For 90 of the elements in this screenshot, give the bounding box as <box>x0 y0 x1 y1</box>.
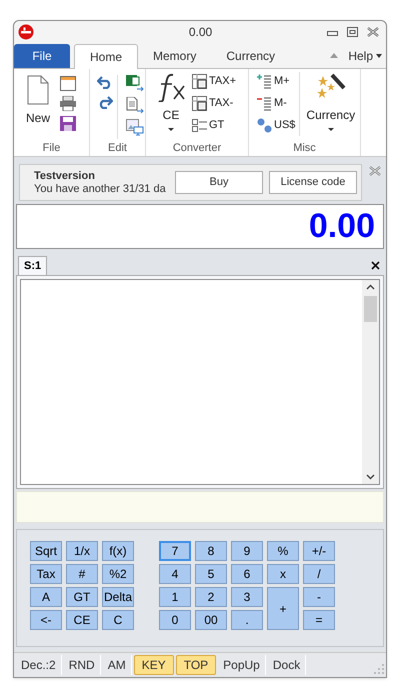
notice-title: Testversion <box>34 170 96 182</box>
keypad-key[interactable]: 1/x <box>66 541 98 561</box>
print-icon[interactable] <box>60 96 76 111</box>
ribbon-group-label: File <box>42 140 62 156</box>
currency-small-button[interactable]: US$ <box>257 116 296 134</box>
save-icon[interactable] <box>60 116 76 131</box>
keypad-key[interactable]: <- <box>30 610 62 630</box>
memory-minus-button[interactable]: M- <box>257 94 296 112</box>
keypad-key[interactable]: Sqrt <box>30 541 62 561</box>
keypad-key[interactable]: 7 <box>159 541 191 561</box>
tax-minus-button[interactable]: TAX- <box>192 94 236 112</box>
function-button[interactable]: CE <box>156 72 186 140</box>
keypad-key[interactable]: x <box>267 564 299 584</box>
help-menu[interactable]: Help <box>348 44 386 68</box>
currency-exchange-icon <box>257 118 272 132</box>
status-item: Dec.:2 <box>16 655 62 675</box>
scroll-down-icon[interactable] <box>366 474 375 480</box>
keypad-key[interactable]: 4 <box>159 564 191 584</box>
notice-message: You have another 31/31 da <box>34 182 167 196</box>
keypad-key[interactable]: # <box>66 564 98 584</box>
memory-list-icon <box>257 96 272 110</box>
keypad-key[interactable]: Delta <box>102 587 134 607</box>
sheet-tab[interactable]: S:1 <box>18 256 48 275</box>
keypad-key[interactable]: A <box>30 587 62 607</box>
result-value: 0.00 <box>308 206 375 247</box>
ribbon-group-label: Edit <box>107 140 128 156</box>
keypad-key[interactable]: / <box>303 564 335 584</box>
resize-grip-icon[interactable] <box>374 664 384 674</box>
new-button[interactable]: New <box>26 75 50 140</box>
maximize-icon[interactable] <box>347 27 358 37</box>
grand-total-button[interactable]: GT <box>192 116 236 134</box>
undo-icon[interactable] <box>97 75 113 89</box>
keypad-key[interactable]: = <box>303 610 335 630</box>
spreadsheet-export-icon[interactable] <box>126 75 144 92</box>
ribbon-tab[interactable]: Home <box>74 44 138 69</box>
percent-table-icon <box>192 96 207 110</box>
keypad-key[interactable]: . <box>231 610 263 630</box>
function-icon <box>156 72 186 102</box>
keypad-key[interactable]: 3 <box>231 587 263 607</box>
window-title: 0.00 <box>188 24 214 41</box>
license-code-button[interactable]: License code <box>269 171 357 194</box>
redo-icon[interactable] <box>97 95 113 109</box>
keypad-key[interactable]: + <box>267 587 299 630</box>
app-logo-icon <box>18 24 34 40</box>
keypad-key[interactable]: C <box>102 610 134 630</box>
scroll-thumb[interactable] <box>364 296 377 322</box>
currency-button[interactable]: Currency <box>306 72 356 140</box>
keypad-key[interactable]: 8 <box>195 541 227 561</box>
ribbon-group-label: Converter <box>172 140 222 156</box>
window-icon[interactable] <box>60 76 76 91</box>
keypad-key[interactable]: 1 <box>159 587 191 607</box>
status-item: Dock <box>268 655 306 675</box>
document-icon <box>27 75 49 105</box>
keypad-key[interactable]: 6 <box>231 564 263 584</box>
status-item: AM <box>102 655 132 675</box>
keypad-key[interactable]: 5 <box>195 564 227 584</box>
keypad-key[interactable]: 0 <box>159 610 191 630</box>
file-menu-button[interactable]: File <box>14 44 70 68</box>
minimize-icon[interactable] <box>327 28 338 36</box>
memory-list-icon <box>257 74 272 88</box>
keypad-key[interactable]: 00 <box>195 610 227 630</box>
scrollbar[interactable] <box>362 280 379 484</box>
keypad-key[interactable]: 2 <box>195 587 227 607</box>
keypad-key[interactable]: CE <box>66 610 98 630</box>
percent-table-icon <box>192 74 207 88</box>
ribbon-tab[interactable]: Memory <box>138 44 212 68</box>
status-item: TOP <box>176 655 216 675</box>
ribbon-tab[interactable]: Currency <box>211 44 290 68</box>
collapse-ribbon-icon[interactable] <box>330 52 338 58</box>
buy-button[interactable]: Buy <box>175 171 263 194</box>
screen-image-icon[interactable] <box>126 119 144 136</box>
keypad-key[interactable]: 9 <box>231 541 263 561</box>
ribbon-group-label: Misc <box>292 140 317 156</box>
keypad-key[interactable]: +/- <box>303 541 335 561</box>
keypad-key[interactable]: - <box>303 587 335 607</box>
close-icon[interactable] <box>367 27 379 37</box>
memory-plus-button[interactable]: M+ <box>257 72 296 90</box>
document-export-icon[interactable] <box>126 97 144 114</box>
status-item: PopUp <box>218 655 266 675</box>
keypad-key[interactable]: % <box>267 541 299 561</box>
keypad-key[interactable]: f(x) <box>102 541 134 561</box>
tax-plus-button[interactable]: TAX+ <box>192 72 236 90</box>
status-item: RND <box>64 655 101 675</box>
grand-total-icon <box>192 118 207 132</box>
keypad-key[interactable]: %2 <box>102 564 134 584</box>
keypad-key[interactable]: GT <box>66 587 98 607</box>
status-item: KEY <box>134 655 174 675</box>
close-icon[interactable] <box>371 261 380 270</box>
scroll-up-icon[interactable] <box>366 284 375 290</box>
keypad-key[interactable]: Tax <box>30 564 62 584</box>
